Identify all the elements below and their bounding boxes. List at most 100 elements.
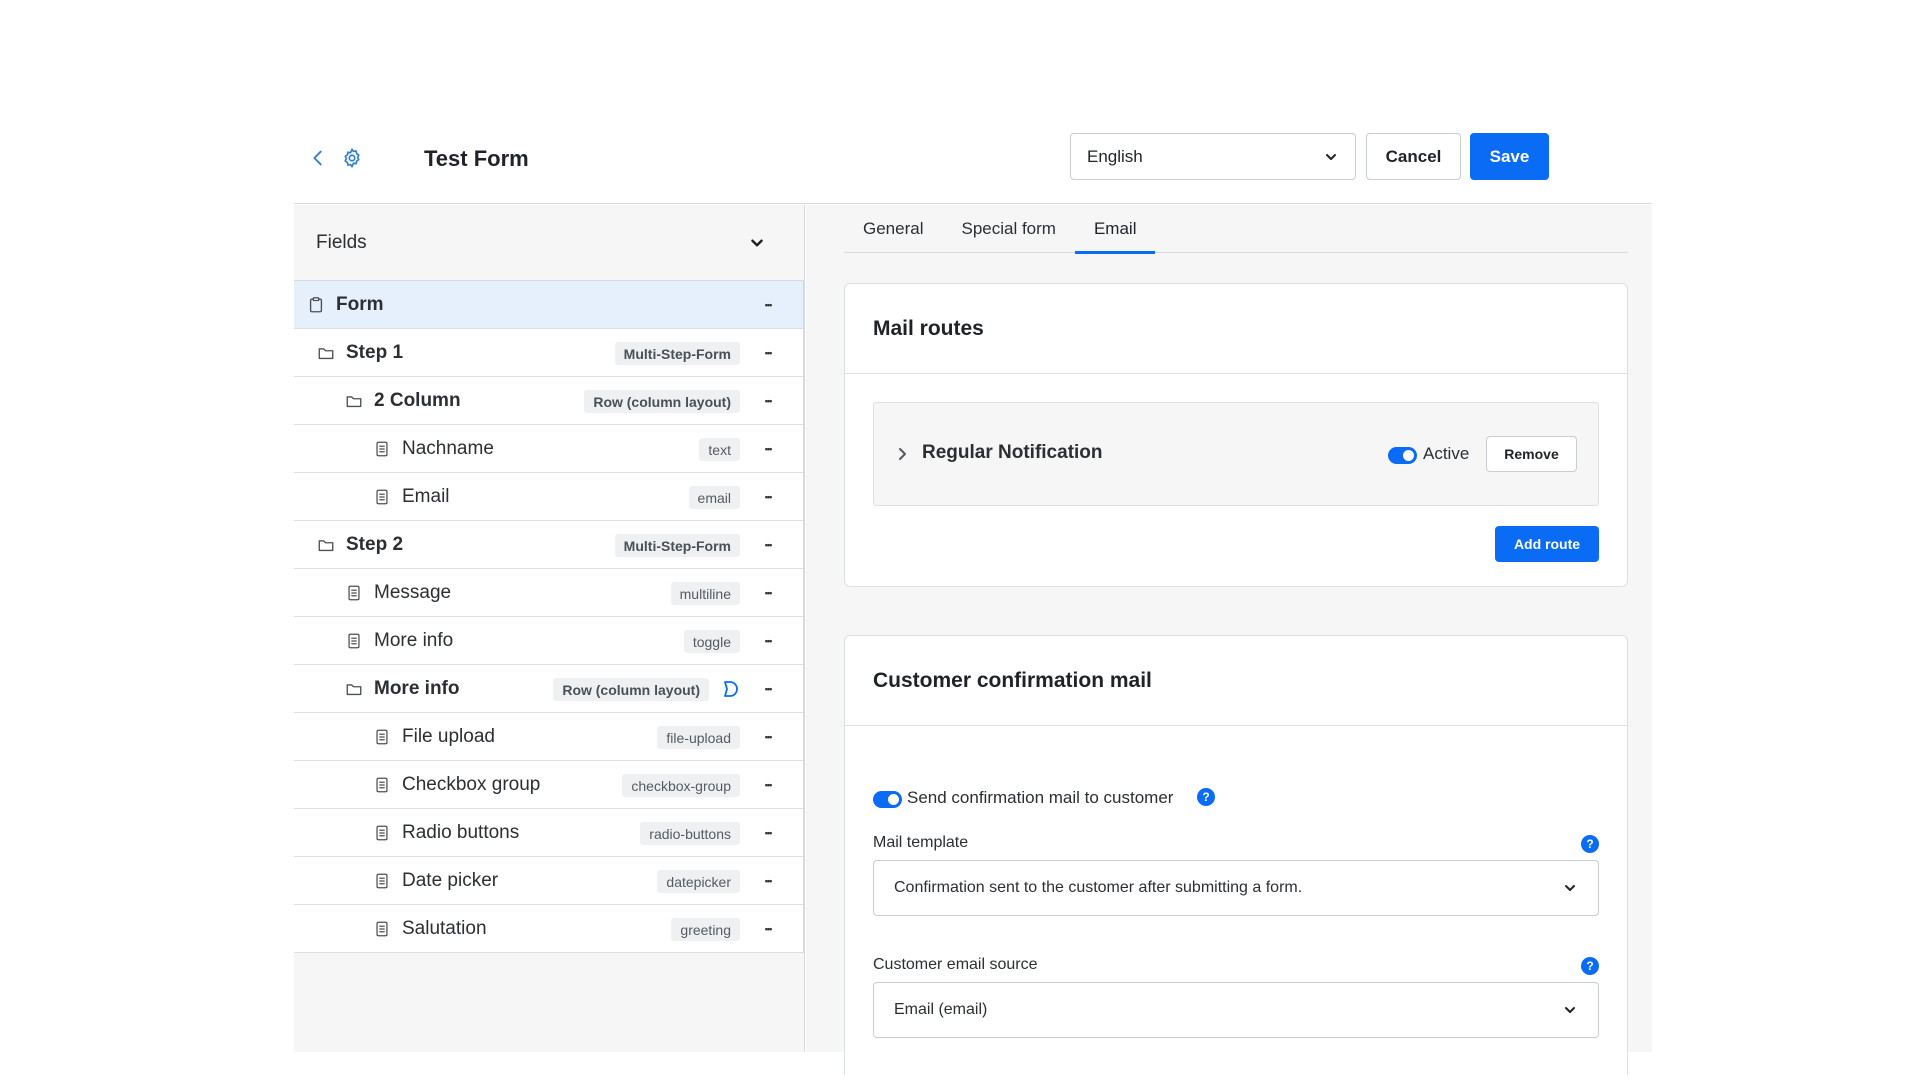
route-name: Regular Notification <box>922 442 1103 463</box>
document-icon <box>344 631 364 651</box>
field-tree-row[interactable]: Step 1 Multi-Step-Form ••• <box>294 329 803 377</box>
chevron-down-icon <box>1326 153 1336 160</box>
field-tree-row[interactable]: Radio buttons radio-buttons ••• <box>294 809 803 857</box>
mail-template-label: Mail template <box>873 834 969 851</box>
field-type-badge: email <box>688 486 740 509</box>
document-icon <box>372 823 392 843</box>
more-dots-icon[interactable]: ••• <box>757 725 779 749</box>
save-button[interactable]: Save <box>1470 133 1549 180</box>
document-icon <box>372 487 392 507</box>
field-tree-row[interactable]: 2 Column Row (column layout) ••• <box>294 377 803 425</box>
field-tree-row[interactable]: Salutation greeting ••• <box>294 905 803 953</box>
email-source-select[interactable]: Email (email) <box>873 982 1599 1038</box>
folder-icon <box>316 343 336 363</box>
more-dots-icon[interactable]: ••• <box>757 533 779 557</box>
field-type-badge: toggle <box>683 630 740 653</box>
settings-tabs: General Special form Email <box>844 205 1628 254</box>
chevron-right-icon[interactable] <box>894 446 910 462</box>
fields-panel-header[interactable]: Fields <box>294 205 804 281</box>
field-tree-row[interactable]: Nachname text ••• <box>294 425 803 473</box>
help-icon[interactable]: ? <box>1581 957 1599 975</box>
field-tree-row[interactable]: Step 2 Multi-Step-Form ••• <box>294 521 803 569</box>
tab-general[interactable]: General <box>844 205 942 253</box>
more-dots-icon[interactable]: ••• <box>757 821 779 845</box>
more-dots-icon[interactable]: ••• <box>757 293 779 317</box>
field-tree-row[interactable]: More info Row (column layout) ••• <box>294 665 803 713</box>
field-type-badge: radio-buttons <box>640 822 740 845</box>
field-tree-label: Message <box>374 581 452 603</box>
more-dots-icon[interactable]: ••• <box>757 677 779 701</box>
more-dots-icon[interactable]: ••• <box>757 869 779 893</box>
tab-email[interactable]: Email <box>1074 205 1156 254</box>
fields-panel: Fields Form ••• Step 1 Multi-Step-Form ••• 2 … <box>294 205 805 1052</box>
field-tree: Form ••• Step 1 Multi-Step-Form ••• 2 Column R… <box>294 281 804 953</box>
form-editor: Test Form English Cancel Save Fields For… <box>294 124 1652 1075</box>
field-tree-label: Form <box>336 293 384 315</box>
field-tree-row[interactable]: File upload file-upload ••• <box>294 713 803 761</box>
field-tree-row[interactable]: Message multiline ••• <box>294 569 803 617</box>
field-tree-label: Step 1 <box>346 341 404 363</box>
send-confirmation-toggle[interactable] <box>873 791 902 808</box>
more-dots-icon[interactable]: ••• <box>757 581 779 605</box>
field-type-badge: text <box>699 438 740 461</box>
chevron-down-icon <box>751 239 763 246</box>
field-tree-row[interactable]: Date picker datepicker ••• <box>294 857 803 905</box>
field-type-badge: Row (column layout) <box>584 390 740 413</box>
field-tree-row[interactable]: Email email ••• <box>294 473 803 521</box>
field-tree-row[interactable]: Checkbox group checkbox-group ••• <box>294 761 803 809</box>
mail-route-item: Regular Notification Active Remove <box>873 402 1599 506</box>
tab-special-form[interactable]: Special form <box>942 205 1074 253</box>
field-type-badge: Multi-Step-Form <box>614 342 740 365</box>
field-tree-label: Date picker <box>402 869 499 891</box>
document-icon <box>372 919 392 939</box>
more-dots-icon[interactable]: ••• <box>757 917 779 941</box>
document-icon <box>372 727 392 747</box>
page-title: Test Form <box>424 146 529 171</box>
more-dots-icon[interactable]: ••• <box>757 437 779 461</box>
chevron-down-icon <box>1565 1007 1575 1013</box>
gear-icon[interactable] <box>340 146 364 170</box>
chevron-down-icon <box>1565 885 1575 891</box>
language-select-value: English <box>1087 146 1143 166</box>
more-dots-icon[interactable]: ••• <box>757 629 779 653</box>
help-icon[interactable]: ? <box>1581 835 1599 853</box>
field-tree-label: Checkbox group <box>402 773 541 795</box>
more-dots-icon[interactable]: ••• <box>757 485 779 509</box>
settings-panel: General Special form Email Mail routes R… <box>806 205 1652 1075</box>
field-tree-row[interactable]: More info toggle ••• <box>294 617 803 665</box>
folder-icon <box>316 535 336 555</box>
mail-routes-card: Mail routes Regular Notification Active … <box>844 283 1628 587</box>
folder-icon <box>344 391 364 411</box>
field-type-badge: Row (column layout) <box>553 678 709 701</box>
field-tree-label: Email <box>402 485 450 507</box>
field-type-badge: datepicker <box>657 870 740 893</box>
mail-template-select[interactable]: Confirmation sent to the customer after … <box>873 860 1599 916</box>
send-confirmation-label: Send confirmation mail to customer <box>907 788 1174 807</box>
more-dots-icon[interactable]: ••• <box>757 341 779 365</box>
condition-icon[interactable] <box>719 678 741 700</box>
add-route-button[interactable]: Add route <box>1495 526 1599 562</box>
document-icon <box>372 439 392 459</box>
field-type-badge: file-upload <box>657 726 740 749</box>
more-dots-icon[interactable]: ••• <box>757 389 779 413</box>
more-dots-icon[interactable]: ••• <box>757 773 779 797</box>
help-icon[interactable]: ? <box>1197 788 1215 806</box>
document-icon <box>372 871 392 891</box>
confirmation-mail-card: Customer confirmation mail Send confirma… <box>844 635 1628 1075</box>
cancel-button[interactable]: Cancel <box>1366 133 1461 180</box>
field-tree-label: More info <box>374 677 460 699</box>
field-tree-label: Step 2 <box>346 533 404 555</box>
field-type-badge: Multi-Step-Form <box>614 534 740 557</box>
chevron-left-icon[interactable] <box>306 146 330 170</box>
remove-route-button[interactable]: Remove <box>1486 436 1577 472</box>
field-tree-row[interactable]: Form ••• <box>294 281 803 329</box>
language-select[interactable]: English <box>1070 133 1356 180</box>
clipboard-icon <box>306 295 326 315</box>
route-active-toggle[interactable] <box>1388 447 1417 464</box>
document-icon <box>344 583 364 603</box>
email-source-label: Customer email source <box>873 956 1038 973</box>
confirmation-mail-title: Customer confirmation mail <box>845 636 1627 726</box>
field-type-badge: greeting <box>671 918 740 941</box>
email-source-value: Email (email) <box>894 1001 988 1018</box>
field-type-badge: checkbox-group <box>622 774 740 797</box>
